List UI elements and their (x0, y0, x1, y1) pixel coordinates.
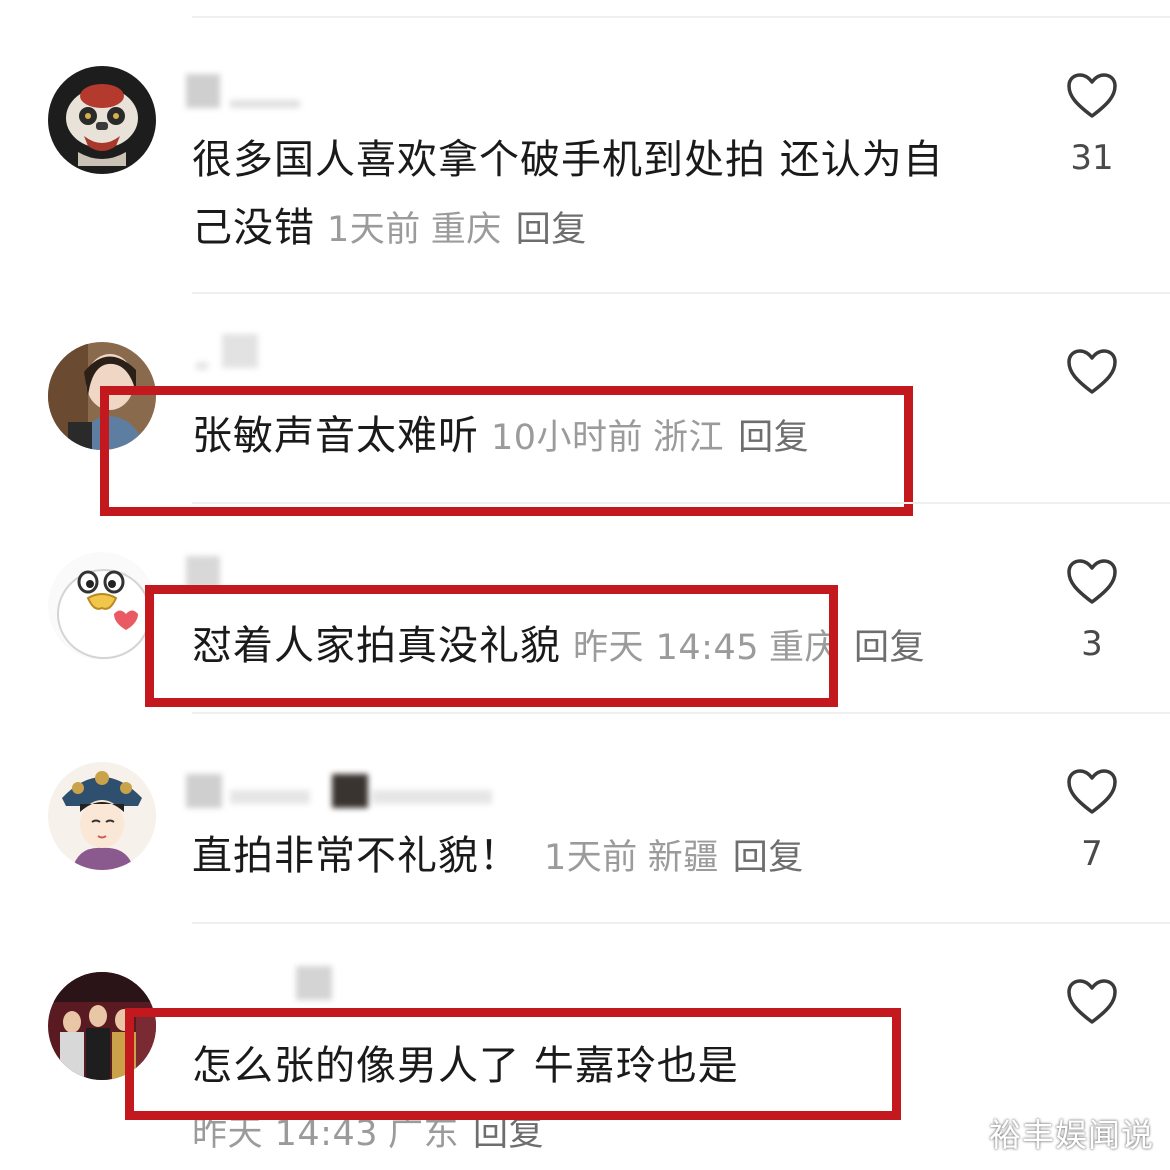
avatar[interactable] (48, 972, 156, 1080)
reply-button[interactable]: 回复 (854, 628, 925, 668)
woman-photo-avatar-icon (48, 342, 156, 450)
comment-list-screen: 很多国人喜欢拿个破手机到处拍 还认为自 己没错 1天前 重庆 回复 31 张敏声… (0, 0, 1170, 1170)
avatar[interactable] (48, 762, 156, 870)
heart-outline-icon (1067, 559, 1117, 604)
like-button[interactable]: 31 (1050, 72, 1134, 178)
reply-button[interactable]: 回复 (516, 210, 587, 250)
like-count: 3 (1081, 624, 1103, 664)
comment-text-line: 己没错 1天前 重庆 回复 (192, 205, 587, 251)
comment-body: 怎么张的像男人了 牛嘉玲也是 (192, 1043, 739, 1089)
divider (192, 292, 1170, 294)
reply-button[interactable]: 回复 (733, 838, 804, 878)
comment-location: 浙江 (653, 418, 725, 458)
reply-button[interactable]: 回复 (738, 418, 809, 458)
comment-text: 怼着人家拍真没礼貌 昨天 14:45 重庆 回复 (192, 612, 925, 682)
lion-dance-avatar-icon (48, 66, 156, 174)
comment-time: 1天前 (544, 838, 638, 878)
username-redacted[interactable] (186, 74, 306, 108)
username-redacted[interactable] (196, 334, 266, 370)
comment-time: 昨天 14:45 (573, 628, 759, 668)
comment-meta: 10小时前 浙江 回复 (479, 418, 809, 458)
avatar[interactable] (48, 552, 156, 660)
heart-outline-icon (1067, 979, 1117, 1024)
comment-text: 张敏声音太难听 10小时前 浙江 回复 (192, 402, 809, 472)
divider (192, 502, 1170, 504)
duck-cartoon-avatar-icon (48, 552, 156, 660)
heart-outline-icon (1067, 349, 1117, 394)
like-button[interactable]: 7 (1050, 768, 1134, 874)
comment-time: 10小时前 (491, 418, 644, 458)
comment-location: 新疆 (647, 838, 719, 878)
like-button[interactable] (1050, 978, 1134, 1026)
comment-text-line: 很多国人喜欢拿个破手机到处拍 还认为自 (192, 137, 944, 183)
comment-body: 怼着人家拍真没礼貌 (192, 623, 561, 669)
like-button[interactable] (1050, 348, 1134, 396)
comment-body: 张敏声音太难听 (192, 413, 479, 459)
comment-location: 广东 (388, 1114, 460, 1154)
qing-costume-avatar-icon (48, 762, 156, 870)
divider (192, 16, 1170, 18)
comment-meta: 1天前 重庆 回复 (315, 210, 587, 250)
comment-location: 重庆 (430, 210, 502, 250)
username-redacted[interactable] (296, 966, 336, 1000)
comment-meta: 昨天 14:45 重庆 回复 (561, 628, 925, 668)
like-count: 31 (1070, 138, 1114, 178)
username-redacted[interactable] (186, 774, 516, 808)
divider (192, 712, 1170, 714)
like-button[interactable]: 3 (1050, 558, 1134, 664)
divider (192, 922, 1170, 924)
avatar[interactable] (48, 342, 156, 450)
comment-meta: 昨天 14:43 广东 回复 (192, 1100, 739, 1168)
comment-text: 直拍非常不礼貌！ 1天前 新疆 回复 (192, 822, 804, 892)
heart-outline-icon (1067, 769, 1117, 814)
stage-photo-avatar-icon (48, 972, 156, 1080)
comment-body: 直拍非常不礼貌！ (192, 833, 520, 879)
comment-time: 昨天 14:43 (192, 1114, 378, 1154)
comment-location: 重庆 (769, 628, 841, 668)
avatar[interactable] (48, 66, 156, 174)
reply-button[interactable]: 回复 (473, 1114, 544, 1154)
comment-text: 怎么张的像男人了 牛嘉玲也是 昨天 14:43 广东 回复 (192, 1032, 739, 1168)
comment-time: 1天前 (327, 210, 421, 250)
comment-text: 很多国人喜欢拿个破手机到处拍 还认为自 己没错 1天前 重庆 回复 (192, 126, 944, 264)
comment-meta: 1天前 新疆 回复 (520, 838, 804, 878)
like-count: 7 (1081, 834, 1103, 874)
username-redacted[interactable] (186, 556, 226, 590)
watermark-text: 裕丰娱闻说 (988, 1116, 1154, 1154)
heart-outline-icon (1067, 73, 1117, 118)
